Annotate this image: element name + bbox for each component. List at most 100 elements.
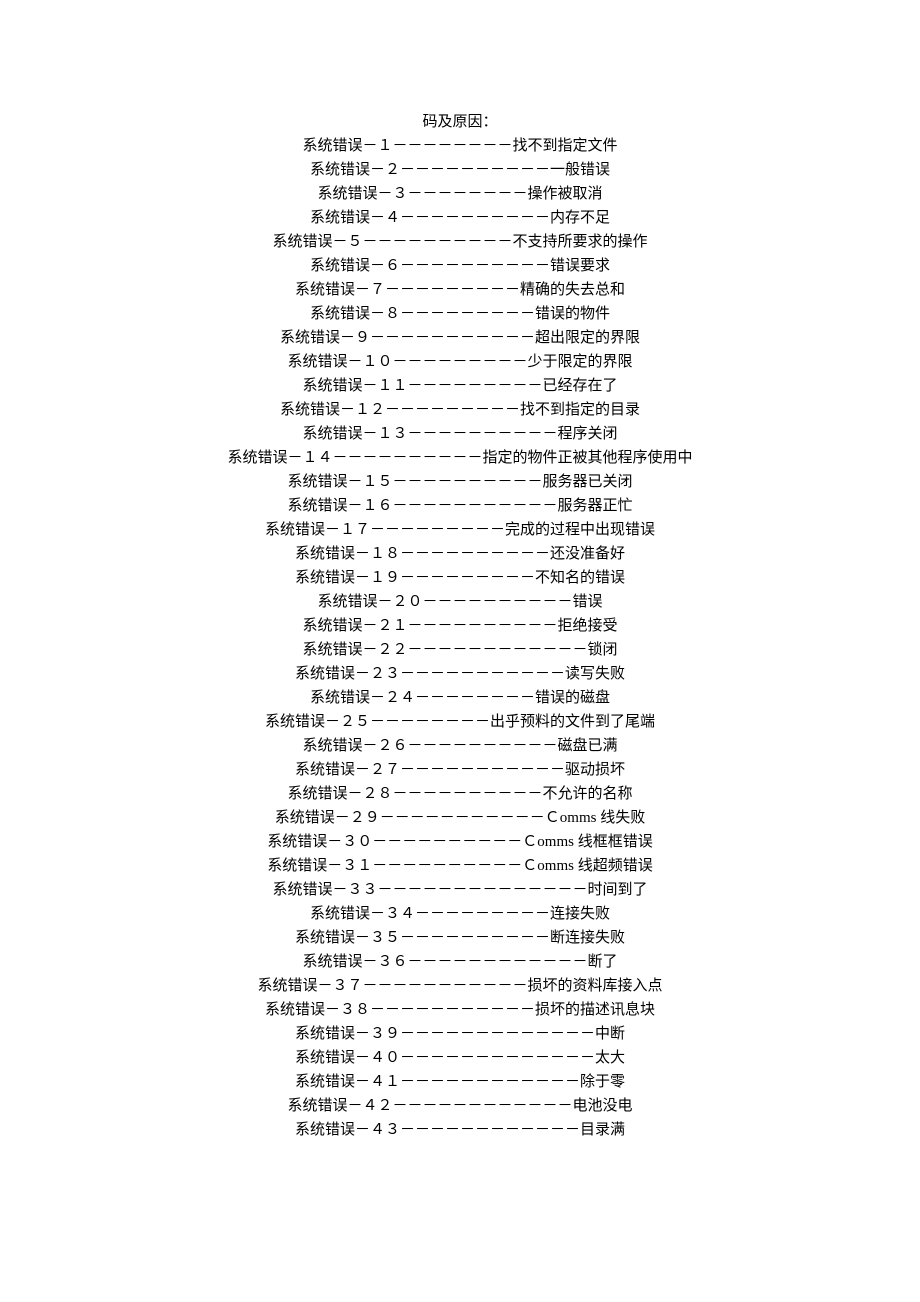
error-entry: 系统错误－２３－－－－－－－－－－－读写失败 bbox=[0, 662, 920, 686]
error-prefix: 系统错误－ bbox=[295, 666, 370, 682]
error-dash: －－－－－－－－ bbox=[393, 138, 513, 154]
error-entry: 系统错误－３－－－－－－－－操作被取消 bbox=[0, 182, 920, 206]
error-code: １ bbox=[377, 138, 392, 154]
error-desc: 损坏的资料库接入点 bbox=[528, 978, 663, 994]
error-desc: 已经存在了 bbox=[543, 378, 618, 394]
error-code: ７ bbox=[370, 282, 385, 298]
error-desc: Ｃomms 线框框错误 bbox=[522, 834, 652, 850]
error-desc: 一般错误 bbox=[550, 162, 610, 178]
error-code: ３０ bbox=[342, 834, 372, 850]
error-dash: －－－－－－－－－－－－ bbox=[400, 1074, 580, 1090]
error-desc: 完成的过程中出现错误 bbox=[505, 522, 655, 538]
document-page: 码及原因： 系统错误－１－－－－－－－－找不到指定文件系统错误－２－－－－－－－… bbox=[0, 0, 920, 1202]
error-dash: －－－－－－－－－－ bbox=[333, 450, 483, 466]
error-dash: －－－－－－－－－－－－ bbox=[400, 1122, 580, 1138]
error-code: １２ bbox=[355, 402, 385, 418]
error-dash: －－－－－－－－－－－－－ bbox=[400, 1026, 595, 1042]
error-dash: －－－－－－－－－－－ bbox=[393, 498, 558, 514]
error-code: ４２ bbox=[362, 1098, 392, 1114]
error-code: ３９ bbox=[370, 1026, 400, 1042]
error-prefix: 系统错误－ bbox=[295, 762, 370, 778]
error-desc: Ｃomms 线失败 bbox=[545, 810, 645, 826]
error-entry: 系统错误－１２－－－－－－－－－找不到指定的目录 bbox=[0, 398, 920, 422]
error-code: ２８ bbox=[362, 786, 392, 802]
error-entry: 系统错误－１７－－－－－－－－－完成的过程中出现错误 bbox=[0, 518, 920, 542]
error-entry: 系统错误－２６－－－－－－－－－－磁盘已满 bbox=[0, 734, 920, 758]
error-entry: 系统错误－２５－－－－－－－－出乎预料的文件到了尾端 bbox=[0, 710, 920, 734]
error-prefix: 系统错误－ bbox=[275, 810, 350, 826]
error-dash: －－－－－－－－－ bbox=[393, 354, 528, 370]
error-dash: －－－－－－－－－ bbox=[385, 402, 520, 418]
error-dash: －－－－－－－－－－－－ bbox=[408, 642, 588, 658]
error-entry: 系统错误－２８－－－－－－－－－－不允许的名称 bbox=[0, 782, 920, 806]
error-dash: －－－－－－－－－－ bbox=[408, 426, 558, 442]
error-code: ３ bbox=[392, 186, 407, 202]
error-code: １５ bbox=[362, 474, 392, 490]
error-desc: 拒绝接受 bbox=[558, 618, 618, 634]
error-prefix: 系统错误－ bbox=[310, 162, 385, 178]
error-code: １８ bbox=[370, 546, 400, 562]
error-entry: 系统错误－４－－－－－－－－－－内存不足 bbox=[0, 206, 920, 230]
error-prefix: 系统错误－ bbox=[287, 1098, 362, 1114]
error-code: ３５ bbox=[370, 930, 400, 946]
error-desc: 服务器正忙 bbox=[558, 498, 633, 514]
error-prefix: 系统错误－ bbox=[302, 378, 377, 394]
error-desc: 精确的失去总和 bbox=[520, 282, 625, 298]
error-entry: 系统错误－１４－－－－－－－－－－指定的物件正被其他程序使用中 bbox=[0, 446, 920, 470]
error-prefix: 系统错误－ bbox=[302, 642, 377, 658]
error-entry: 系统错误－１－－－－－－－－找不到指定文件 bbox=[0, 134, 920, 158]
error-prefix: 系统错误－ bbox=[295, 570, 370, 586]
error-entry: 系统错误－２１－－－－－－－－－－拒绝接受 bbox=[0, 614, 920, 638]
error-prefix: 系统错误－ bbox=[310, 210, 385, 226]
error-prefix: 系统错误－ bbox=[302, 954, 377, 970]
error-dash: －－－－－－－－－ bbox=[385, 282, 520, 298]
error-code: １７ bbox=[340, 522, 370, 538]
error-code: １４ bbox=[302, 450, 332, 466]
error-prefix: 系统错误－ bbox=[272, 234, 347, 250]
error-prefix: 系统错误－ bbox=[317, 186, 392, 202]
error-code: ４０ bbox=[370, 1050, 400, 1066]
error-code: ２７ bbox=[370, 762, 400, 778]
error-entry: 系统错误－３９－－－－－－－－－－－－－中断 bbox=[0, 1022, 920, 1046]
error-desc: 磁盘已满 bbox=[558, 738, 618, 754]
error-desc: 中断 bbox=[595, 1026, 625, 1042]
error-entry: 系统错误－１０－－－－－－－－－少于限定的界限 bbox=[0, 350, 920, 374]
error-entry: 系统错误－２９－－－－－－－－－－－Ｃomms 线失败 bbox=[0, 806, 920, 830]
error-desc: 驱动损坏 bbox=[565, 762, 625, 778]
error-entry: 系统错误－２－－－－－－－－－－一般错误 bbox=[0, 158, 920, 182]
error-desc: 少于限定的界限 bbox=[528, 354, 633, 370]
error-entry: 系统错误－４２－－－－－－－－－－－－电池没电 bbox=[0, 1094, 920, 1118]
error-prefix: 系统错误－ bbox=[265, 714, 340, 730]
error-prefix: 系统错误－ bbox=[280, 402, 355, 418]
error-prefix: 系统错误－ bbox=[272, 882, 347, 898]
error-prefix: 系统错误－ bbox=[267, 858, 342, 874]
error-desc: 电池没电 bbox=[573, 1098, 633, 1114]
error-prefix: 系统错误－ bbox=[317, 594, 392, 610]
error-code: １０ bbox=[362, 354, 392, 370]
error-prefix: 系统错误－ bbox=[295, 282, 370, 298]
error-entry: 系统错误－４３－－－－－－－－－－－－目录满 bbox=[0, 1118, 920, 1142]
error-entry: 系统错误－２２－－－－－－－－－－－－锁闭 bbox=[0, 638, 920, 662]
error-desc: 除于零 bbox=[580, 1074, 625, 1090]
error-desc: 锁闭 bbox=[588, 642, 618, 658]
error-code: ２２ bbox=[377, 642, 407, 658]
error-entry: 系统错误－８－－－－－－－－－错误的物件 bbox=[0, 302, 920, 326]
error-desc: 目录满 bbox=[580, 1122, 625, 1138]
page-title: 码及原因： bbox=[0, 110, 920, 134]
error-prefix: 系统错误－ bbox=[227, 450, 302, 466]
error-prefix: 系统错误－ bbox=[295, 1026, 370, 1042]
error-entry: 系统错误－１５－－－－－－－－－－服务器已关闭 bbox=[0, 470, 920, 494]
error-prefix: 系统错误－ bbox=[295, 546, 370, 562]
error-desc: 找不到指定文件 bbox=[513, 138, 618, 154]
error-entry: 系统错误－９－－－－－－－－－－－超出限定的界限 bbox=[0, 326, 920, 350]
error-entry: 系统错误－３５－－－－－－－－－－断连接失败 bbox=[0, 926, 920, 950]
error-entry: 系统错误－２４－－－－－－－－错误的磁盘 bbox=[0, 686, 920, 710]
error-code: ８ bbox=[385, 306, 400, 322]
error-dash: －－－－－－－－－－ bbox=[423, 594, 573, 610]
error-desc: 太大 bbox=[595, 1050, 625, 1066]
error-dash: －－－－－－－－－－ bbox=[400, 210, 550, 226]
error-desc: 时间到了 bbox=[588, 882, 648, 898]
error-code: ３８ bbox=[340, 1002, 370, 1018]
error-desc: Ｃomms 线超频错误 bbox=[522, 858, 652, 874]
error-dash: －－－－－－－－－－－ bbox=[363, 978, 528, 994]
